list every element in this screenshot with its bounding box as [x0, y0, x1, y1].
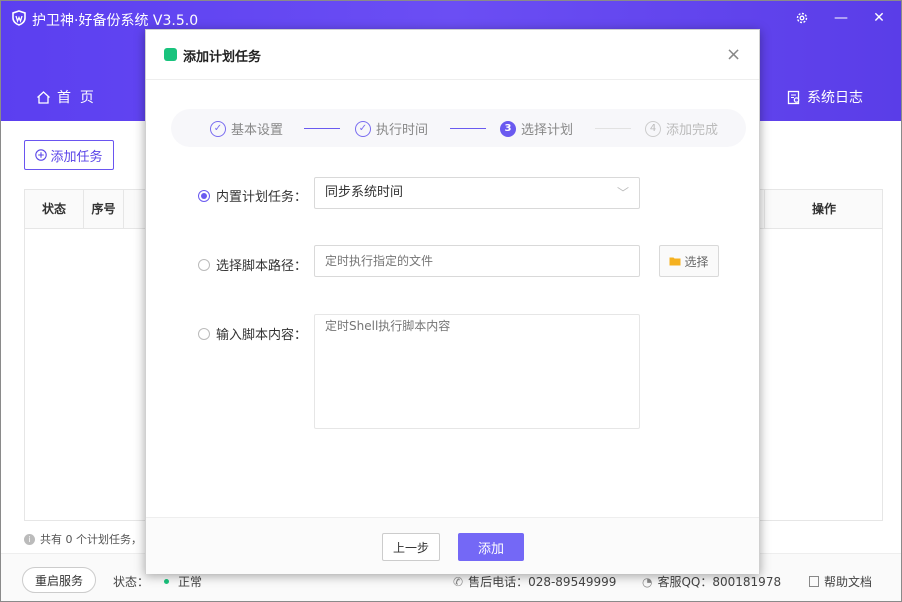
add-task-label: 添加任务 — [50, 149, 103, 165]
step-4: 4 添加完成 — [645, 119, 718, 138]
restart-service-button[interactable]: 重启服务 — [22, 567, 96, 593]
nav-home[interactable]: 首 页 — [36, 87, 94, 107]
task-icon — [164, 48, 177, 61]
step-2: ✓ 执行时间 — [355, 119, 428, 138]
builtin-select-value: 同步系统时间 — [325, 185, 404, 200]
help-text: 帮助文档 — [824, 575, 873, 589]
step-3-number: 3 — [500, 120, 516, 137]
step-connector — [304, 128, 340, 129]
builtin-task-select[interactable]: 同步系统时间 ﹀ — [314, 177, 640, 209]
col-action: 操作 — [764, 190, 883, 228]
script-content-option[interactable]: 输入脚本内容： — [198, 324, 307, 343]
choose-file-label: 选择 — [684, 254, 709, 269]
step-3-label: 选择计划 — [521, 123, 574, 138]
nav-system-log[interactable]: 系统日志 — [787, 87, 863, 107]
info-icon: i — [24, 533, 35, 545]
script-path-radio[interactable] — [198, 258, 210, 271]
add-task-dialog: 添加计划任务 × ✓ 基本设置 ✓ 执行时间 3 选择计划 4 添加完成 内置计… — [145, 29, 760, 574]
support-phone: ✆ 售后电话：028-89549999 — [453, 573, 616, 590]
step-1: ✓ 基本设置 — [210, 119, 283, 138]
qq-icon: ◔ — [642, 574, 653, 589]
script-content-textarea[interactable] — [314, 314, 640, 429]
phone-text: 售后电话：028-89549999 — [468, 575, 617, 589]
shield-logo-icon — [12, 10, 26, 26]
nav-home-label: 首 页 — [57, 90, 94, 106]
script-path-option[interactable]: 选择脚本路径： — [198, 255, 307, 274]
nav-log-label: 系统日志 — [807, 90, 863, 106]
app-title: 护卫神·好备份系统 V3.5.0 — [32, 13, 199, 29]
status-value: 正常 — [178, 575, 203, 589]
step-4-label: 添加完成 — [666, 123, 719, 138]
minimize-button[interactable]: — — [826, 6, 856, 30]
script-path-input[interactable] — [314, 245, 640, 277]
builtin-label: 内置计划任务： — [216, 190, 308, 205]
script-content-radio[interactable] — [198, 327, 210, 340]
step-connector — [595, 128, 631, 129]
status-dot-icon — [164, 579, 170, 584]
choose-file-button[interactable]: 选择 — [659, 245, 719, 277]
check-icon: ✓ — [210, 120, 226, 137]
gear-icon — [796, 12, 808, 24]
folder-icon — [669, 257, 681, 266]
service-status: 状态： 正常 — [113, 573, 202, 590]
script-content-label: 输入脚本内容： — [216, 328, 308, 343]
step-4-number: 4 — [645, 120, 661, 137]
dialog-close-icon[interactable]: × — [726, 44, 741, 65]
support-qq: ◔ 客服QQ：800181978 — [642, 573, 781, 590]
home-icon — [37, 90, 50, 104]
step-connector — [450, 128, 486, 129]
step-1-label: 基本设置 — [231, 123, 284, 138]
help-docs-link[interactable]: 帮助文档 — [809, 573, 872, 590]
prev-step-button[interactable]: 上一步 — [382, 533, 440, 561]
status-label: 状态： — [113, 575, 150, 589]
task-count-text: 共有 0 个计划任务， — [40, 533, 142, 546]
task-count: i 共有 0 个计划任务， — [24, 531, 142, 547]
dialog-title: 添加计划任务 — [183, 50, 262, 65]
dialog-footer: 上一步 添加 — [146, 517, 759, 574]
qq-text: 客服QQ：800181978 — [657, 575, 782, 589]
script-path-label: 选择脚本路径： — [216, 259, 308, 274]
check-icon: ✓ — [355, 120, 371, 137]
submit-add-button[interactable]: 添加 — [458, 533, 524, 561]
dialog-header: 添加计划任务 × — [146, 30, 759, 80]
col-status: 状态 — [25, 190, 84, 228]
close-window-button[interactable]: ✕ — [864, 6, 894, 30]
col-index: 序号 — [84, 190, 124, 228]
step-indicator: ✓ 基本设置 ✓ 执行时间 3 选择计划 4 添加完成 — [171, 109, 746, 147]
book-icon — [809, 576, 819, 587]
phone-icon: ✆ — [453, 574, 464, 589]
settings-button[interactable] — [787, 6, 817, 30]
step-3: 3 选择计划 — [500, 119, 573, 138]
builtin-task-option[interactable]: 内置计划任务： — [198, 186, 307, 205]
step-2-label: 执行时间 — [376, 123, 429, 138]
plus-circle-icon — [35, 149, 48, 161]
log-icon — [787, 90, 800, 104]
builtin-radio[interactable] — [198, 189, 210, 202]
chevron-down-icon: ﹀ — [616, 186, 629, 200]
add-task-button[interactable]: 添加任务 — [24, 140, 114, 170]
